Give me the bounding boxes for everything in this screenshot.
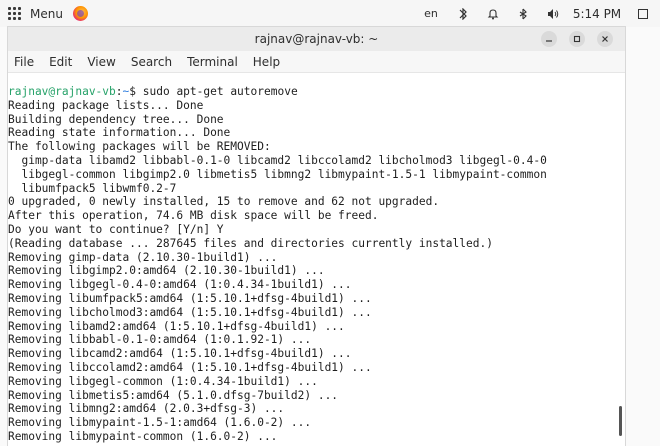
output-line: Removing libcholmod3:amd64 (1:5.10.1+dfs…: [8, 305, 372, 319]
close-button[interactable]: [597, 31, 613, 47]
keyboard-layout-indicator[interactable]: en: [414, 7, 448, 20]
prompt-user: rajnav@rajnav-vb: [8, 85, 116, 98]
prompt-suffix: $: [129, 85, 143, 98]
menu-edit[interactable]: Edit: [49, 55, 72, 69]
output-line: After this operation, 74.6 MB disk space…: [8, 209, 379, 223]
output-line: Removing libccolamd2:amd64 (1:5.10.1+dfs…: [8, 360, 372, 374]
output-line: Removing libmypaint-common (1.6.0-2) ...: [8, 429, 278, 443]
output-line: Removing gimp-data (2.10.30-1build1) ...: [8, 250, 278, 264]
terminal-output[interactable]: rajnav@rajnav-vb:~$ sudo apt-get autorem…: [8, 85, 620, 446]
window-title: rajnav@rajnav-vb: ~: [254, 32, 379, 46]
output-line: Removing libgegl-0.4-0:amd64 (1:0.4.34-1…: [8, 278, 352, 292]
output-line: gimp-data libamd2 libbabl-0.1-0 libcamd2…: [8, 153, 547, 167]
menu-terminal[interactable]: Terminal: [187, 55, 238, 69]
top-panel: Menu en 5:14 PM: [0, 0, 660, 27]
firefox-icon[interactable]: [72, 6, 88, 21]
output-line: Removing libmng2:amd64 (2.0.3+dfsg-3) ..…: [8, 402, 285, 416]
output-line: Removing libmetis5:amd64 (5.1.0.dfsg-7bu…: [8, 388, 339, 402]
output-line: Reading state information... Done: [8, 126, 231, 140]
output-lines: Reading package lists... Done Building de…: [8, 99, 620, 444]
power-menu-icon[interactable]: [626, 8, 660, 20]
output-line: Do you want to continue? [Y/n] Y: [8, 222, 224, 236]
menu-search[interactable]: Search: [131, 55, 172, 69]
network-icon[interactable]: [448, 7, 478, 20]
command-text: sudo apt-get autoremove: [142, 85, 298, 98]
output-line: Removing libamd2:amd64 (1:5.10.1+dfsg-4b…: [8, 319, 345, 333]
output-line: 0 upgraded, 0 newly installed, 15 to rem…: [8, 195, 440, 209]
notification-bell-icon[interactable]: [478, 8, 508, 20]
menu-button[interactable]: Menu: [8, 4, 63, 24]
output-line: Building dependency tree... Done: [8, 112, 224, 126]
system-tray: en 5:14 PM: [414, 0, 660, 27]
output-line: Removing libcamd2:amd64 (1:5.10.1+dfsg-4…: [8, 347, 352, 361]
output-line: libumfpack5 libwmf0.2-7: [8, 181, 177, 195]
menu-label: Menu: [30, 6, 63, 21]
output-line: Removing libumfpack5:amd64 (1:5.10.1+dfs…: [8, 291, 372, 305]
window-titlebar[interactable]: rajnav@rajnav-vb: ~: [8, 27, 625, 51]
terminal-scrollbar[interactable]: [619, 406, 622, 436]
minimize-button[interactable]: [541, 31, 557, 47]
output-line: Reading package lists... Done: [8, 98, 204, 112]
clock[interactable]: 5:14 PM: [568, 7, 626, 21]
menu-help[interactable]: Help: [253, 55, 280, 69]
menubar: File Edit View Search Terminal Help: [8, 51, 625, 73]
volume-icon[interactable]: [538, 8, 568, 20]
output-line: The following packages will be REMOVED:: [8, 140, 271, 154]
command-line: rajnav@rajnav-vb:~$ sudo apt-get autorem…: [8, 85, 298, 98]
output-line: Removing libgimp2.0:amd64 (2.10.30-1buil…: [8, 264, 325, 278]
output-line: Removing libgegl-common (1:0.4.34-1build…: [8, 374, 318, 388]
menu-file[interactable]: File: [14, 55, 34, 69]
output-line: libgegl-common libgimp2.0 libmetis5 libm…: [8, 167, 547, 181]
app-grid-icon: [8, 6, 22, 21]
output-line: (Reading database ... 287645 files and d…: [8, 236, 493, 250]
menu-view[interactable]: View: [87, 55, 115, 69]
output-line: Removing libmypaint-1.5-1:amd64 (1.6.0-2…: [8, 416, 312, 430]
maximize-button[interactable]: [569, 31, 585, 47]
bluetooth-icon[interactable]: [508, 8, 538, 20]
output-line: Removing libbabl-0.1-0:amd64 (1:0.1.92-1…: [8, 333, 312, 347]
